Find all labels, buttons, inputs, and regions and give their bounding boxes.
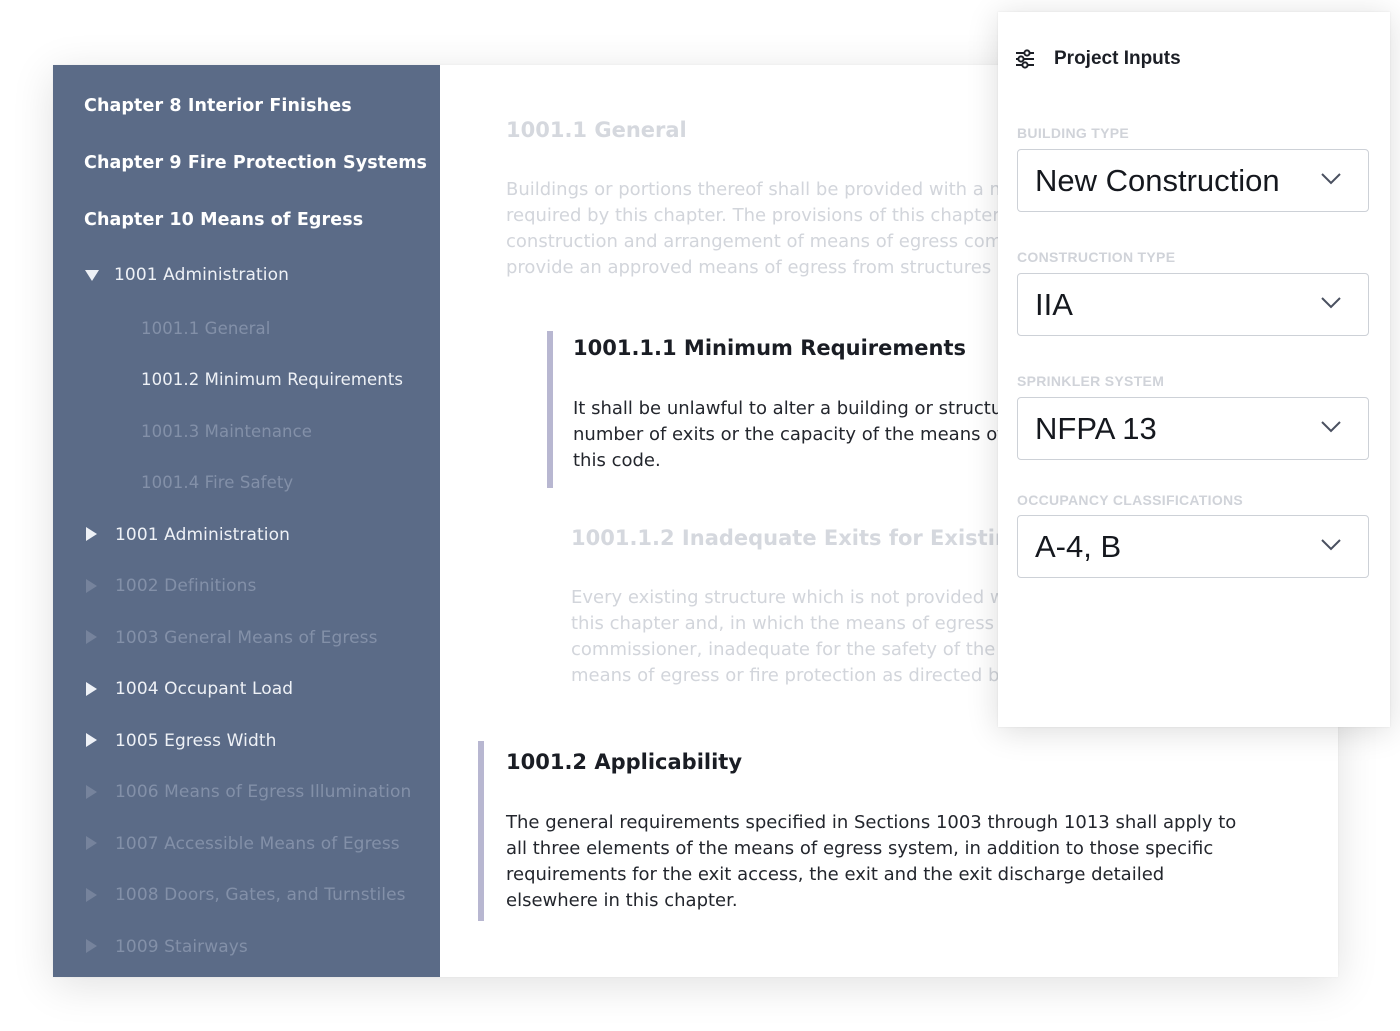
sidebar-sub-1001-4[interactable]: 1001.4 Fire Safety [141,473,293,492]
section-title-applicability: 1001.2 Applicability [506,750,743,774]
chevron-down-icon [1321,539,1341,551]
caret-right-icon[interactable] [86,785,97,799]
construction-type-select[interactable]: IIA [1017,273,1369,336]
caret-right-icon[interactable] [86,579,97,593]
section-text-applicability: The general requirements specified in Se… [506,810,1236,914]
sprinkler-system-select[interactable]: NFPA 13 [1017,397,1369,460]
text-line: provide an approved means of egress from… [506,257,1008,278]
sidebar-section-1001[interactable]: 1001 Administration [115,525,290,545]
chevron-down-icon [1321,421,1341,433]
text-line: number of exits or the capacity of the m… [573,424,1021,445]
sidebar-section-1001-expanded[interactable]: 1001 Administration [114,265,289,285]
text-line: Buildings or portions thereof shall be p… [506,179,1008,200]
sidebar-section-1005[interactable]: 1005 Egress Width [115,731,276,751]
construction-type-label: CONSTRUCTION TYPE [1017,249,1176,265]
sidebar-chapter-8[interactable]: Chapter 8 Interior Finishes [84,96,352,116]
caret-right-icon[interactable] [86,733,97,747]
sidebar-section-1006[interactable]: 1006 Means of Egress Illumination [115,782,411,802]
caret-right-icon[interactable] [86,888,97,902]
sidebar-section-1008[interactable]: 1008 Doors, Gates, and Turnstiles [115,885,406,905]
text-line: elsewhere in this chapter. [506,890,738,911]
section-title-inadequate-exits: 1001.1.2 Inadequate Exits for Existing S [571,526,1048,550]
text-line: commissioner, inadequate for the safety … [571,639,1013,660]
chevron-down-icon [1321,173,1341,185]
sidebar-section-1007[interactable]: 1007 Accessible Means of Egress [115,834,400,854]
section-text-minimum-requirements: It shall be unlawful to alter a building… [573,396,1020,474]
sidebar-chapter-9[interactable]: Chapter 9 Fire Protection Systems [84,153,427,173]
sprinkler-system-value: NFPA 13 [1035,411,1157,446]
text-line: this chapter and, in which the means of … [571,613,1011,634]
sidebar-sub-1001-3[interactable]: 1001.3 Maintenance [141,422,312,441]
section-highlight-bar [478,741,484,921]
building-type-select[interactable]: New Construction [1017,149,1369,212]
sidebar-section-1004[interactable]: 1004 Occupant Load [115,679,293,699]
text-line: required by this chapter. The provisions… [506,205,1015,226]
section-text-general: Buildings or portions thereof shall be p… [506,177,1015,281]
occupancy-classifications-label: OCCUPANCY CLASSIFICATIONS [1017,492,1244,508]
sidebar-sub-1001-1[interactable]: 1001.1 General [141,319,270,338]
chevron-down-icon [1321,297,1341,309]
text-line: Every existing structure which is not pr… [571,587,1010,608]
text-line: this code. [573,450,661,471]
caret-right-icon[interactable] [86,630,97,644]
caret-right-icon[interactable] [86,682,97,696]
section-highlight-bar [547,331,553,488]
building-type-label: BUILDING TYPE [1017,125,1130,141]
sprinkler-system-label: SPRINKLER SYSTEM [1017,373,1165,389]
sidebar-nav: Chapter 8 Interior Finishes Chapter 9 Fi… [53,65,440,977]
sidebar-sub-1001-2[interactable]: 1001.2 Minimum Requirements [141,370,403,389]
text-line: all three elements of the means of egres… [506,838,1214,859]
section-title-minimum-requirements: 1001.1.1 Minimum Requirements [573,336,967,360]
caret-down-icon[interactable] [85,270,99,281]
text-line: It shall be unlawful to alter a building… [573,398,1010,419]
sliders-icon [1016,49,1034,69]
section-text-inadequate-exits: Every existing structure which is not pr… [571,585,1012,689]
section-title-general: 1001.1 General [506,118,687,142]
occupancy-classifications-value: A-4, B [1035,529,1122,564]
sidebar-chapter-10[interactable]: Chapter 10 Means of Egress [84,210,363,230]
construction-type-value: IIA [1035,287,1073,322]
text-line: The general requirements specified in Se… [506,812,1237,833]
sidebar-section-1009[interactable]: 1009 Stairways [115,937,248,957]
sidebar-section-1002[interactable]: 1002 Definitions [115,576,256,596]
text-line: requirements for the exit access, the ex… [506,864,1165,885]
text-line: construction and arrangement of means of… [506,231,1014,252]
sidebar-section-1003[interactable]: 1003 General Means of Egress [115,628,378,648]
text-line: means of egress or fire protection as di… [571,665,1011,686]
occupancy-classifications-select[interactable]: A-4, B [1017,515,1369,578]
building-type-value: New Construction [1035,163,1280,198]
caret-right-icon[interactable] [86,939,97,953]
caret-right-icon[interactable] [86,527,97,541]
caret-right-icon[interactable] [86,836,97,850]
panel-title: Project Inputs [1054,48,1181,69]
project-inputs-panel: Project Inputs BUILDING TYPE New Constru… [998,12,1390,727]
